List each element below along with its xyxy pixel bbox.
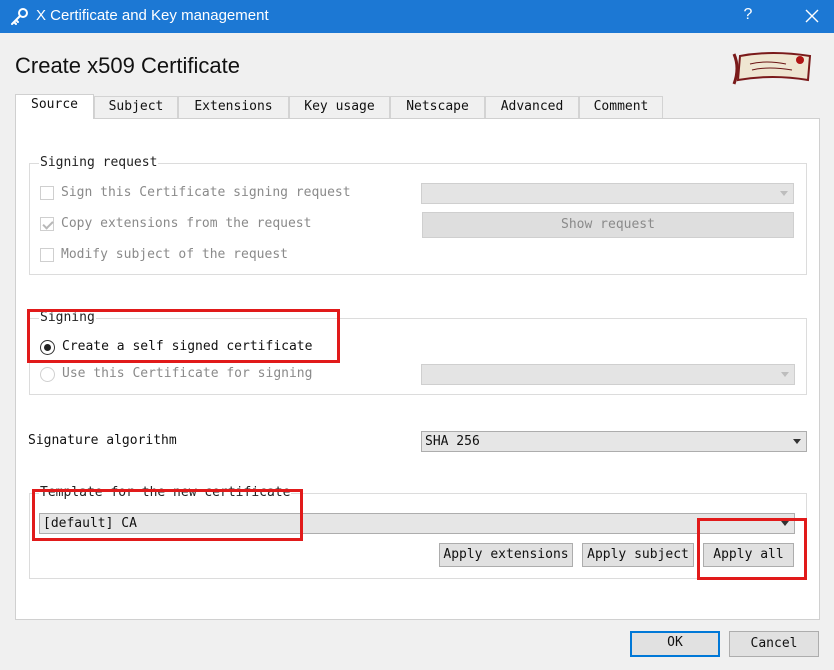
- tab-subject[interactable]: Subject: [94, 96, 178, 118]
- template-select[interactable]: [default] CA: [39, 513, 795, 534]
- apply-all-button[interactable]: Apply all: [703, 543, 794, 567]
- self-signed-radio[interactable]: [40, 340, 55, 355]
- chevron-down-icon: [781, 521, 789, 526]
- chevron-down-icon: [780, 191, 788, 196]
- signature-algorithm-value: SHA 256: [425, 434, 480, 449]
- template-select-value: [default] CA: [43, 516, 137, 531]
- tab-extensions[interactable]: Extensions: [178, 96, 289, 118]
- tab-advanced[interactable]: Advanced: [485, 96, 579, 118]
- use-cert-radio[interactable]: [40, 367, 55, 382]
- tab-netscape[interactable]: Netscape: [390, 96, 485, 118]
- dialog-heading: Create x509 Certificate: [15, 53, 240, 78]
- apply-subject-button[interactable]: Apply subject: [582, 543, 694, 567]
- tab-source[interactable]: Source: [15, 94, 94, 119]
- signing-request-title: Signing request: [39, 155, 159, 170]
- use-cert-label: Use this Certificate for signing: [62, 366, 313, 381]
- chevron-down-icon: [781, 372, 789, 377]
- cancel-button[interactable]: Cancel: [729, 631, 819, 657]
- signing-title: Signing: [39, 310, 96, 325]
- key-icon: [11, 8, 28, 25]
- modify-subject-label: Modify subject of the request: [61, 247, 288, 262]
- close-icon[interactable]: [790, 0, 834, 33]
- template-title: Template for the new certificate: [39, 485, 292, 500]
- ok-button[interactable]: OK: [630, 631, 720, 657]
- sign-csr-checkbox[interactable]: [40, 186, 54, 200]
- copy-extensions-checkbox[interactable]: [40, 217, 54, 231]
- sign-csr-label: Sign this Certificate signing request: [61, 185, 351, 200]
- chevron-down-icon: [793, 439, 801, 444]
- sign-csr-select[interactable]: [421, 183, 794, 204]
- help-button[interactable]: ?: [738, 6, 758, 24]
- copy-extensions-label: Copy extensions from the request: [61, 216, 312, 231]
- title-bar: X Certificate and Key management ?: [0, 0, 834, 33]
- signing-cert-select[interactable]: [421, 364, 795, 385]
- show-request-button[interactable]: Show request: [422, 212, 794, 238]
- window-title: X Certificate and Key management: [36, 7, 269, 24]
- scroll-logo-icon: [732, 52, 812, 85]
- tab-key-usage[interactable]: Key usage: [289, 96, 390, 118]
- signature-algorithm-select[interactable]: SHA 256: [421, 431, 807, 452]
- apply-extensions-button[interactable]: Apply extensions: [439, 543, 573, 567]
- tab-comment[interactable]: Comment: [579, 96, 663, 118]
- self-signed-label: Create a self signed certificate: [62, 339, 313, 354]
- modify-subject-checkbox[interactable]: [40, 248, 54, 262]
- signature-algorithm-label: Signature algorithm: [28, 433, 177, 448]
